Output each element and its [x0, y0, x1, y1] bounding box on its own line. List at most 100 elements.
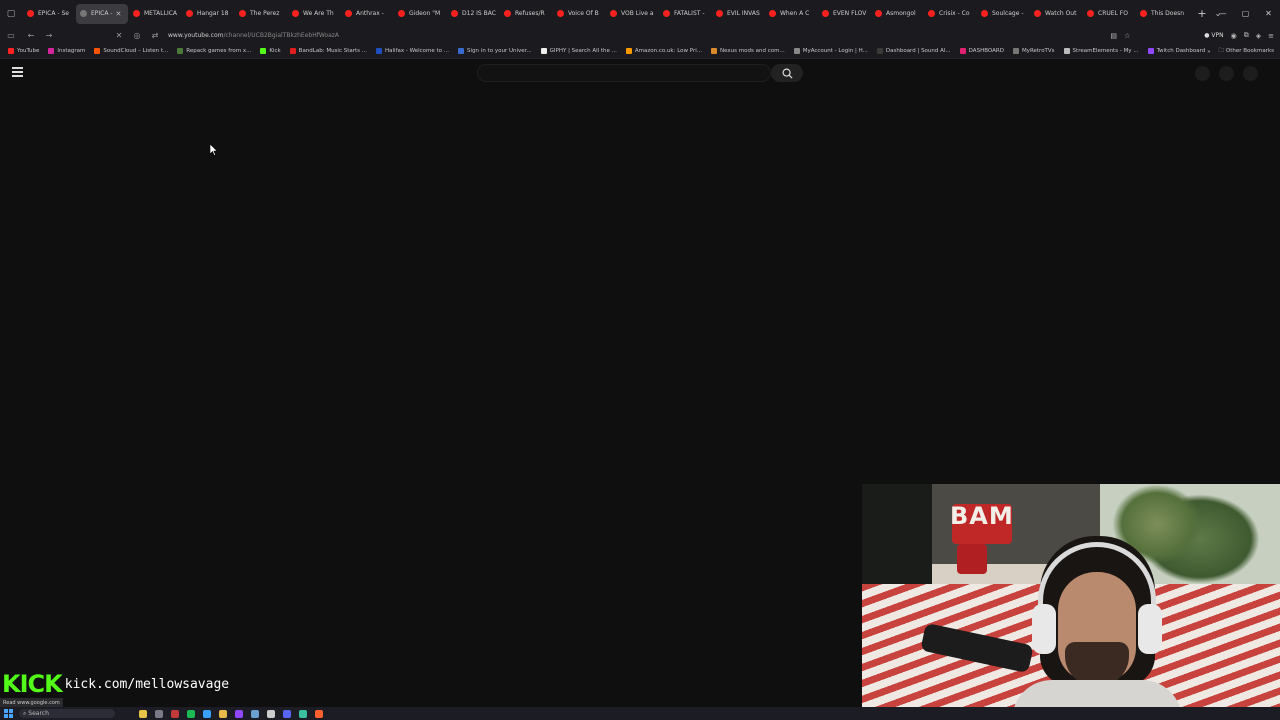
bookmark-item[interactable]: BandLab: Music Starts ...: [289, 48, 367, 54]
browser-tab[interactable]: Anthrax -: [341, 4, 393, 24]
browser-tab[interactable]: METALLICA: [129, 4, 181, 24]
bookmark-label: Halifax - Welcome to ...: [385, 48, 450, 54]
taskbar-app-icon[interactable]: [187, 709, 195, 718]
share-icon[interactable]: ⇄: [146, 31, 164, 40]
browser-tab[interactable]: CRUEL FO: [1083, 4, 1135, 24]
browser-tab[interactable]: Refuses/R: [500, 4, 552, 24]
stop-loading-icon[interactable]: ✕: [110, 31, 128, 40]
youtube-icon: [27, 10, 34, 17]
hamburger-menu-icon[interactable]: [12, 67, 23, 79]
bookmark-item[interactable]: MyRetroTVs: [1012, 48, 1055, 54]
bookmark-favicon-icon: [876, 48, 883, 54]
taskbar-app-icon[interactable]: [283, 709, 291, 718]
youtube-icon: [663, 10, 670, 17]
kick-logo: KICK: [2, 670, 63, 698]
taskbar-app-icon[interactable]: [251, 709, 259, 718]
close-window-icon[interactable]: ✕: [1257, 9, 1280, 18]
bookmark-star-icon[interactable]: ☆: [1124, 32, 1130, 40]
reader-mode-icon[interactable]: ▤: [1110, 32, 1117, 40]
taskbar-app-icon[interactable]: [235, 709, 243, 718]
avatar-placeholder[interactable]: [1243, 66, 1258, 81]
extension-icon[interactable]: ◉: [1231, 32, 1237, 40]
bookmark-item[interactable]: StreamElements - My ...: [1063, 48, 1139, 54]
browser-tab[interactable]: VOB Live a: [606, 4, 658, 24]
bookmark-item[interactable]: Kick: [260, 48, 281, 54]
bookmark-item[interactable]: SoundCloud – Listen t...: [94, 48, 168, 54]
taskbar-app-icon[interactable]: [299, 709, 307, 718]
browser-tab[interactable]: The Perez: [235, 4, 287, 24]
bookmark-item[interactable]: Instagram: [48, 48, 85, 54]
taskbar-app-icon[interactable]: [171, 709, 179, 718]
extensions-puzzle-icon[interactable]: ⧉: [1244, 31, 1249, 40]
youtube-icon: [186, 10, 193, 17]
taskbar-search[interactable]: ⌕ Search: [19, 709, 115, 718]
tab-close-icon[interactable]: ✕: [116, 10, 122, 18]
bookmark-favicon-icon: [260, 48, 267, 54]
tab-label: Hangar 18: [197, 10, 229, 17]
sidebar-toggle-icon[interactable]: ▭: [0, 31, 22, 40]
tab-label: EPICA -: [91, 10, 113, 17]
site-info-icon[interactable]: ◎: [128, 31, 146, 40]
bookmark-item[interactable]: GIPHY | Search All the ...: [540, 48, 617, 54]
address-bar-actions: ▤ ☆ ● VPN ◉ ⧉ ◈ ≡: [1110, 27, 1274, 44]
browser-tab[interactable]: Voice Of B: [553, 4, 605, 24]
taskbar-app-icon[interactable]: [315, 709, 323, 718]
maximize-icon[interactable]: ▢: [1234, 9, 1257, 18]
browser-tab[interactable]: FATALIST -: [659, 4, 711, 24]
browser-tab[interactable]: Asmongol: [871, 4, 923, 24]
bookmark-item[interactable]: Amazon.co.uk: Low Pri...: [625, 48, 702, 54]
browser-tab[interactable]: We Are Th: [288, 4, 340, 24]
new-tab-icon[interactable]: +: [1194, 7, 1210, 20]
bookmark-item[interactable]: DASHBOARD: [959, 48, 1004, 54]
taskbar-app-icon[interactable]: [267, 709, 275, 718]
browser-tab[interactable]: When A C: [765, 4, 817, 24]
bookmark-item[interactable]: MyAccount - Login | H...: [793, 48, 868, 54]
bookmark-label: StreamElements - My ...: [1072, 48, 1139, 54]
bookmark-item[interactable]: Twitch Dashboard: [1147, 48, 1205, 54]
bookmark-label: MyAccount - Login | H...: [802, 48, 868, 54]
url-field[interactable]: www.youtube.com/channel/UCB2BgialTBkzhEe…: [168, 32, 339, 39]
windows-start-icon[interactable]: [4, 709, 13, 718]
other-bookmarks-folder[interactable]: 🗀 Other Bookmarks: [1219, 47, 1274, 56]
bookmark-item[interactable]: Repack games from x...: [177, 48, 251, 54]
notifications-placeholder[interactable]: [1219, 66, 1234, 81]
bookmark-item[interactable]: Nexus mods and com...: [711, 48, 785, 54]
other-bookmarks-label: Other Bookmarks: [1225, 48, 1274, 54]
forward-icon[interactable]: →: [40, 31, 58, 40]
tab-label: Anthrax -: [356, 10, 384, 17]
menu-icon[interactable]: ≡: [1268, 32, 1274, 40]
browser-tab[interactable]: Watch Out: [1030, 4, 1082, 24]
tab-label: Voice Of B: [568, 10, 599, 17]
bookmark-favicon-icon: [376, 48, 383, 54]
browser-tab[interactable]: Gideon "M: [394, 4, 446, 24]
browser-tab[interactable]: This Doesn: [1136, 4, 1188, 24]
taskbar-app-icon[interactable]: [139, 709, 147, 718]
tab-sidebar-icon[interactable]: ▢: [0, 0, 22, 27]
browser-tab[interactable]: EPICA - ✕: [76, 3, 128, 24]
browser-tab[interactable]: EVIL INVAS: [712, 4, 764, 24]
chevron-right-icon[interactable]: »: [1207, 49, 1210, 55]
bookmark-item[interactable]: Sign in to your Univer...: [458, 48, 532, 54]
taskbar-app-icon[interactable]: [155, 709, 163, 718]
bookmark-item[interactable]: Dashboard | Sound Al...: [876, 48, 951, 54]
back-icon[interactable]: ←: [22, 31, 40, 40]
create-placeholder[interactable]: [1195, 66, 1210, 81]
browser-tab[interactable]: EPICA - Se: [23, 4, 75, 24]
taskbar-app-icon[interactable]: [219, 709, 227, 718]
youtube-icon: [716, 10, 723, 17]
bookmark-item[interactable]: YouTube: [8, 48, 39, 54]
browser-tab[interactable]: Soulcage -: [977, 4, 1029, 24]
vpn-button[interactable]: ● VPN: [1204, 32, 1223, 39]
bookmark-label: Dashboard | Sound Al...: [885, 48, 951, 54]
browser-tab[interactable]: Hangar 18: [182, 4, 234, 24]
browser-tab[interactable]: Crisix - Co: [924, 4, 976, 24]
browser-tab[interactable]: D12 IS BAC: [447, 4, 499, 24]
taskbar-app-icon[interactable]: [203, 709, 211, 718]
search-input[interactable]: [477, 64, 771, 82]
bookmark-item[interactable]: Halifax - Welcome to ...: [376, 48, 449, 54]
minimize-icon[interactable]: —: [1211, 9, 1234, 18]
search-button[interactable]: [771, 64, 803, 82]
bookmarks-list: YouTube Instagram SoundCloud – Listen t...…: [8, 48, 1214, 54]
browser-tab[interactable]: EVEN FLOV: [818, 4, 870, 24]
wallet-icon[interactable]: ◈: [1256, 32, 1261, 40]
